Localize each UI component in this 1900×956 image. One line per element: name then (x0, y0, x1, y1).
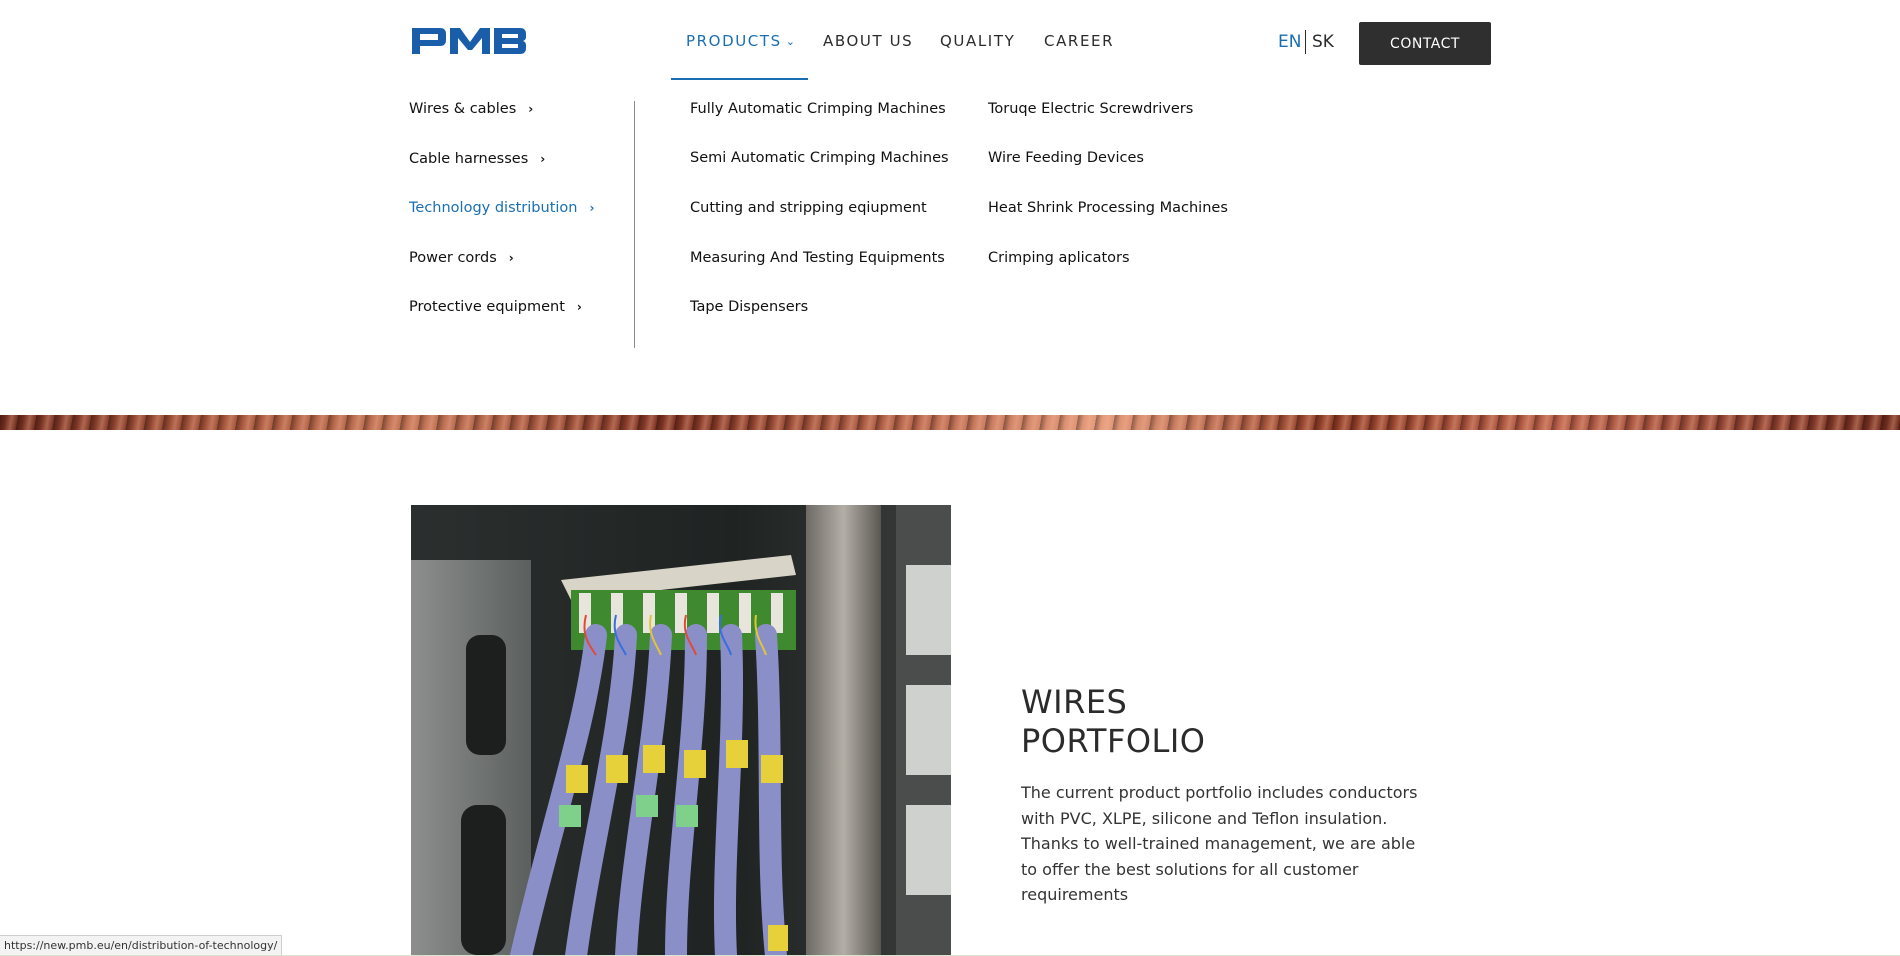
nav-quality-label: QUALITY (940, 32, 1016, 50)
submenu-item[interactable]: Wire Feeding Devices (988, 150, 1144, 166)
submenu-item[interactable]: Semi Automatic Crimping Machines (690, 150, 949, 166)
menu-category-label: Cable harnesses (409, 151, 529, 167)
chevron-right-icon: › (540, 152, 546, 166)
section-heading-line1: WIRES (1021, 683, 1128, 721)
submenu-item[interactable]: Fully Automatic Crimping Machines (690, 101, 946, 117)
menu-category-label: Protective equipment (409, 299, 565, 315)
submenu-item[interactable]: Heat Shrink Processing Machines (988, 200, 1228, 216)
lang-en[interactable]: EN (1278, 32, 1301, 52)
section-description-line: with PVC, XLPE, silicone and Teflon insu… (1021, 808, 1388, 828)
submenu-item[interactable]: Cutting and stripping eqiupment (690, 200, 927, 216)
menu-category-label: Wires & cables (409, 101, 517, 117)
lang-divider (1305, 30, 1306, 54)
lang-sk[interactable]: SK (1312, 32, 1334, 52)
contact-button[interactable]: CONTACT (1359, 22, 1491, 65)
nav-quality[interactable]: QUALITY (940, 32, 1015, 50)
submenu-item[interactable]: Toruqe Electric Screwdrivers (988, 101, 1193, 117)
menu-category-power-cords[interactable]: Power cords › (409, 250, 514, 266)
submenu-item[interactable]: Crimping aplicators (988, 250, 1130, 266)
cable-harness-photo (411, 505, 951, 956)
section-description-line: Thanks to well-trained management, we ar… (1021, 834, 1416, 853)
menu-category-label: Technology distribution (409, 200, 578, 216)
section-heading: WIRES PORTFOLIO (1021, 683, 1205, 761)
submenu-item[interactable]: Measuring And Testing Equipments (690, 250, 945, 266)
chevron-down-icon: ⌄ (785, 35, 797, 48)
chevron-right-icon: › (576, 300, 582, 314)
nav-about-us-label: ABOUT US (823, 32, 914, 50)
menu-category-label: Power cords (409, 250, 497, 266)
menu-divider (634, 101, 635, 348)
chevron-right-icon: › (508, 251, 514, 265)
menu-category-wires-cables[interactable]: Wires & cables › (409, 101, 533, 117)
chevron-right-icon: › (589, 201, 595, 215)
nav-active-underline (671, 78, 808, 80)
section-description-line: to offer the best solutions for all cust… (1021, 859, 1359, 879)
submenu-item[interactable]: Tape Dispensers (690, 299, 808, 315)
nav-career[interactable]: CAREER (1044, 32, 1114, 50)
menu-category-technology-distribution[interactable]: Technology distribution › (409, 200, 594, 216)
nav-products[interactable]: PRODUCTS ⌄ (686, 32, 797, 50)
section-description: The current product portfolio includes c… (1021, 780, 1431, 908)
menu-category-cable-harnesses[interactable]: Cable harnesses › (409, 151, 545, 167)
nav-about-us[interactable]: ABOUT US (823, 32, 913, 50)
section-heading-line2: PORTFOLIO (1021, 722, 1206, 760)
chevron-right-icon: › (528, 102, 534, 116)
pmb-logo[interactable] (410, 26, 528, 56)
status-bar-url: https://new.pmb.eu/en/distribution-of-te… (0, 935, 283, 956)
nav-career-label: CAREER (1044, 32, 1115, 50)
menu-category-protective-equipment[interactable]: Protective equipment › (409, 299, 582, 315)
section-description-line: The current product portfolio includes c… (1021, 783, 1418, 802)
section-description-line: requirements (1021, 885, 1129, 904)
nav-products-label: PRODUCTS (686, 32, 782, 50)
copper-wires-banner (0, 415, 1900, 430)
